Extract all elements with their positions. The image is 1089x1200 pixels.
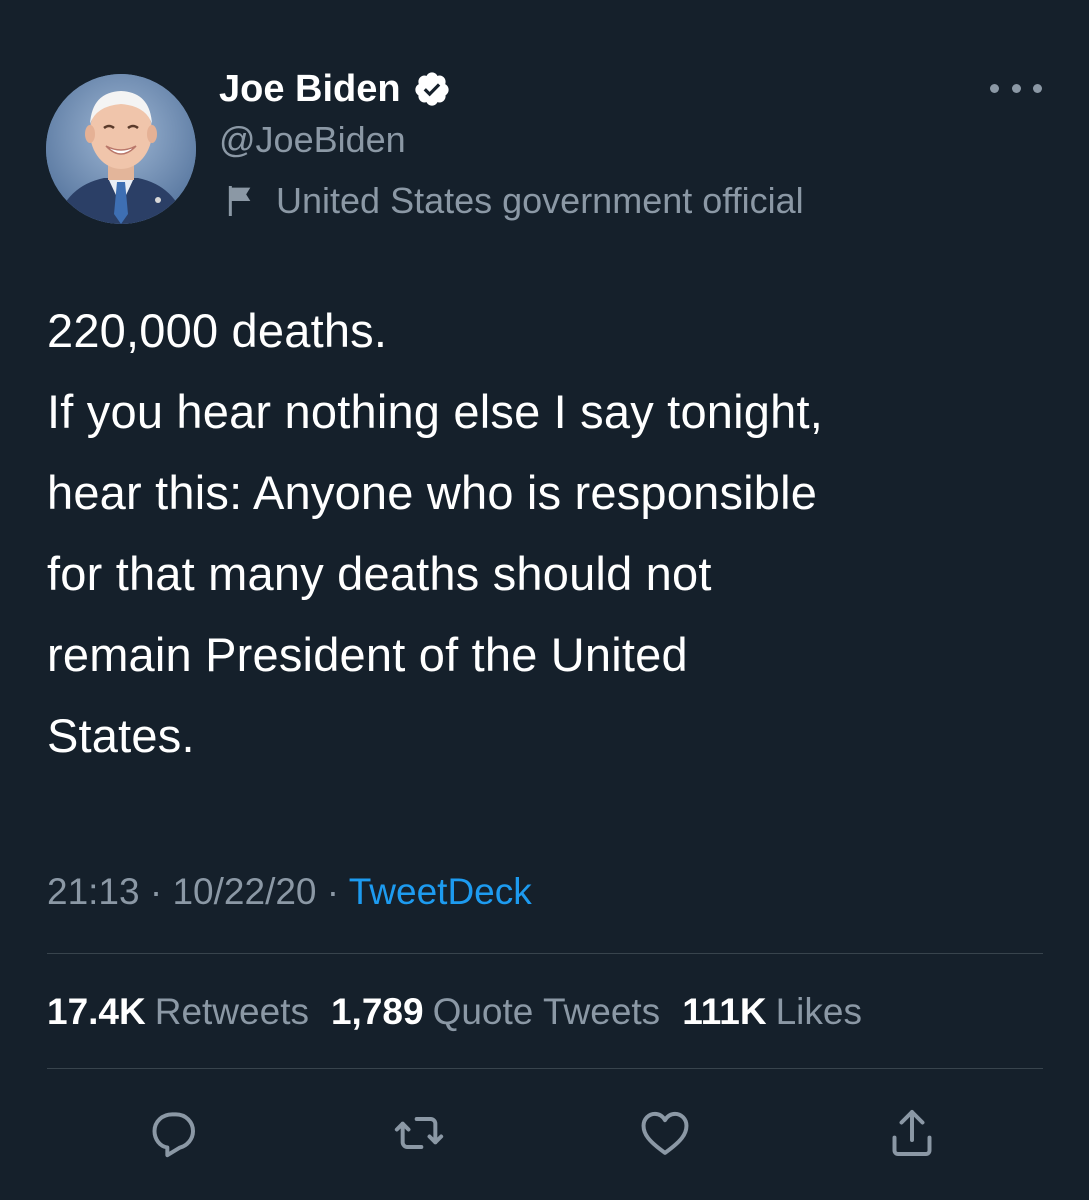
verified-badge-icon bbox=[413, 70, 451, 108]
tweet-detail: Joe Biden @JoeBiden United States govern… bbox=[0, 0, 1089, 1200]
likes-stat[interactable]: 111K Likes bbox=[682, 986, 862, 1038]
avatar-image bbox=[46, 74, 196, 224]
tweet-text: 220,000 deaths. If you hear nothing else… bbox=[47, 290, 1057, 776]
retweets-stat[interactable]: 17.4K Retweets bbox=[47, 986, 309, 1038]
heart-icon bbox=[641, 1111, 689, 1155]
flag-icon bbox=[222, 181, 262, 221]
likes-label: Likes bbox=[775, 991, 862, 1032]
author-name-row[interactable]: Joe Biden bbox=[219, 66, 451, 112]
share-button[interactable] bbox=[877, 1098, 947, 1168]
quote-tweets-label: Quote Tweets bbox=[432, 991, 661, 1032]
action-bar bbox=[0, 1098, 1089, 1168]
quote-tweets-count: 1,789 bbox=[330, 991, 424, 1032]
quote-tweets-stat[interactable]: 1,789 Quote Tweets bbox=[331, 986, 660, 1038]
retweet-icon bbox=[394, 1117, 444, 1149]
meta-separator: · bbox=[149, 871, 163, 912]
account-label-text: United States government official bbox=[276, 180, 804, 221]
divider bbox=[47, 953, 1043, 954]
like-button[interactable] bbox=[630, 1098, 700, 1168]
reply-button[interactable] bbox=[137, 1098, 207, 1168]
account-label: United States government official bbox=[222, 178, 804, 224]
likes-count: 111K bbox=[682, 991, 767, 1032]
retweets-label: Retweets bbox=[154, 991, 309, 1032]
display-name[interactable]: Joe Biden bbox=[219, 66, 401, 112]
tweet-metadata: 21:13 · 10/22/20 · TweetDeck bbox=[47, 866, 532, 918]
tweet-time[interactable]: 21:13 bbox=[47, 871, 140, 912]
share-icon bbox=[892, 1110, 932, 1156]
more-icon bbox=[990, 83, 999, 93]
tweet-date[interactable]: 10/22/20 bbox=[172, 871, 316, 912]
avatar[interactable] bbox=[46, 74, 196, 224]
more-button[interactable] bbox=[990, 76, 1042, 100]
author-handle[interactable]: @JoeBiden bbox=[219, 117, 406, 163]
tweet-paragraph: If you hear nothing else I say tonight, … bbox=[47, 385, 823, 762]
tweet-paragraph: 220,000 deaths. bbox=[47, 304, 388, 357]
reply-icon bbox=[152, 1112, 195, 1158]
divider bbox=[47, 1068, 1043, 1069]
tweet-stats: 17.4K Retweets 1,789 Quote Tweets 111K Like… bbox=[47, 986, 862, 1038]
meta-separator: · bbox=[326, 871, 340, 912]
retweet-button[interactable] bbox=[384, 1098, 454, 1168]
retweets-count: 17.4K bbox=[47, 991, 146, 1032]
tweet-source-link[interactable]: TweetDeck bbox=[349, 871, 532, 912]
